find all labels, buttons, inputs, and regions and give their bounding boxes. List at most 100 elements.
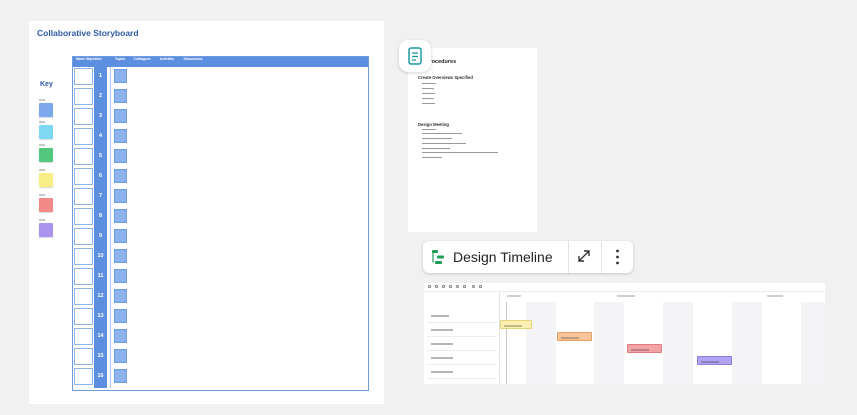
key-item-purple[interactable]: [39, 219, 53, 237]
header-name-objectives: Name Objectives: [76, 57, 102, 61]
storyboard-title: Collaborative Storyboard: [37, 28, 139, 38]
row-name-cell[interactable]: [74, 168, 93, 185]
row-name-cell[interactable]: [74, 148, 93, 165]
row-name-cell[interactable]: [74, 208, 93, 225]
row-number: 5: [98, 153, 103, 159]
row-topic-card[interactable]: [114, 89, 127, 103]
timeline-bar-purple[interactable]: [697, 356, 732, 365]
row-number: 16: [97, 373, 104, 379]
row-topic-card[interactable]: [114, 129, 127, 143]
row-number: 4: [98, 133, 103, 139]
row-number: 9: [98, 233, 103, 239]
row-topic-card[interactable]: [114, 249, 127, 263]
tool-icon[interactable]: [435, 285, 438, 288]
row-number: 2: [98, 93, 103, 99]
grid-divider: [110, 67, 111, 388]
sticky-note-yellow[interactable]: [39, 173, 53, 187]
row-number: 1: [98, 73, 103, 79]
storyboard-frame[interactable]: Collaborative Storyboard Key Name Object…: [29, 21, 384, 404]
row-topic-card[interactable]: [114, 329, 127, 343]
row-name-cell[interactable]: [74, 128, 93, 145]
timeline-column: [526, 302, 556, 384]
timeline-bar-orange[interactable]: [557, 332, 592, 341]
tool-icon[interactable]: [456, 285, 459, 288]
row-name-cell[interactable]: [74, 308, 93, 325]
document-icon: [408, 47, 422, 65]
row-topic-card[interactable]: [114, 269, 127, 283]
row-name-cell[interactable]: [74, 248, 93, 265]
timeline-bar-red[interactable]: [627, 344, 662, 353]
tool-icon[interactable]: [442, 285, 445, 288]
tool-icon[interactable]: [479, 285, 482, 288]
row-name-cell[interactable]: [74, 288, 93, 305]
row-topic-card[interactable]: [114, 189, 127, 203]
row-topic-card[interactable]: [114, 349, 127, 363]
key-item-blue[interactable]: [39, 99, 53, 117]
sticky-note-purple[interactable]: [39, 223, 53, 237]
tool-icon[interactable]: [463, 285, 466, 288]
storyboard-grid[interactable]: Name Objectives Topics Colleagues Activi…: [72, 56, 369, 391]
timeline-row[interactable]: [427, 352, 497, 365]
timeline-column: [732, 302, 762, 384]
document-text-line: [422, 143, 466, 144]
timeline-row[interactable]: [427, 324, 497, 337]
row-name-cell[interactable]: [74, 328, 93, 345]
timeline-panel[interactable]: [424, 283, 825, 384]
row-topic-card[interactable]: [114, 229, 127, 243]
timeline-row[interactable]: [427, 310, 497, 323]
timeline-column: [594, 302, 624, 384]
timeline-period-label: [507, 295, 521, 297]
tool-icon[interactable]: [449, 285, 452, 288]
grid-header: Name Objectives Topics Colleagues Activi…: [73, 57, 368, 67]
row-topic-card[interactable]: [114, 69, 127, 83]
key-item-red[interactable]: [39, 194, 53, 212]
row-number: 10: [97, 253, 104, 259]
row-number: 13: [97, 313, 104, 319]
document-icon-button[interactable]: [399, 40, 431, 72]
row-topic-card[interactable]: [114, 369, 127, 383]
sticky-note-green[interactable]: [39, 148, 53, 162]
row-name-cell[interactable]: [74, 228, 93, 245]
row-name-cell[interactable]: [74, 188, 93, 205]
row-name-cell[interactable]: [74, 348, 93, 365]
tool-icon[interactable]: [428, 285, 431, 288]
document-text-line: [422, 138, 452, 139]
timeline-row[interactable]: [427, 338, 497, 351]
document-text-line: [422, 157, 442, 158]
document-card[interactable]: n Procedures Create Overviews Specified …: [408, 48, 537, 232]
row-number: 6: [98, 173, 103, 179]
timeline-column: [801, 302, 825, 384]
row-name-cell[interactable]: [74, 88, 93, 105]
timeline-row[interactable]: [427, 366, 497, 379]
row-topic-card[interactable]: [114, 309, 127, 323]
sticky-note-red[interactable]: [39, 198, 53, 212]
timeline-title[interactable]: Design Timeline: [453, 249, 553, 265]
document-text-line: [422, 103, 435, 104]
document-text-line: [422, 93, 435, 94]
tool-icon[interactable]: [472, 285, 475, 288]
key-item-yellow[interactable]: [39, 169, 53, 187]
row-topic-card[interactable]: [114, 169, 127, 183]
sticky-note-blue[interactable]: [39, 103, 53, 117]
document-section-heading: Design Meeting: [418, 122, 449, 127]
timeline-icon: [432, 250, 444, 264]
more-options-button[interactable]: [602, 241, 633, 273]
expand-button[interactable]: [569, 241, 601, 273]
timeline-column: [663, 302, 693, 384]
timeline-toolbar: Design Timeline: [423, 241, 633, 273]
timeline-bar-yellow[interactable]: [500, 320, 532, 329]
row-topic-card[interactable]: [114, 109, 127, 123]
row-name-cell[interactable]: [74, 68, 93, 85]
row-name-cell[interactable]: [74, 268, 93, 285]
row-name-cell[interactable]: [74, 368, 93, 385]
sticky-note-cyan[interactable]: [39, 125, 53, 139]
row-topic-card[interactable]: [114, 209, 127, 223]
row-topic-card[interactable]: [114, 289, 127, 303]
document-text-line: [422, 88, 434, 89]
more-vertical-icon: [616, 249, 619, 265]
key-item-cyan[interactable]: [39, 121, 53, 139]
row-name-cell[interactable]: [74, 108, 93, 125]
row-topic-card[interactable]: [114, 149, 127, 163]
key-item-green[interactable]: [39, 144, 53, 162]
row-number: 15: [97, 353, 104, 359]
